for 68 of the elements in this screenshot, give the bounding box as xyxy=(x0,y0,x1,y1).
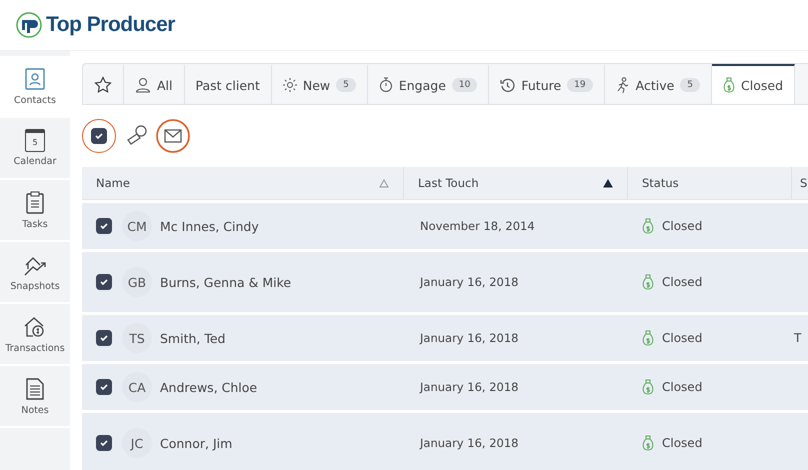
contact-name[interactable]: Mc Innes, Cindy xyxy=(160,218,259,234)
logo-icon xyxy=(16,12,42,38)
document-icon xyxy=(25,376,45,400)
column-header[interactable]: S xyxy=(792,167,808,199)
money-bag-icon xyxy=(723,77,736,93)
row-checkbox[interactable] xyxy=(96,330,112,346)
logo-text: Top Producer xyxy=(46,13,175,37)
count-badge: 5 xyxy=(680,78,700,92)
table-cell: T xyxy=(794,331,802,345)
money-bag-icon xyxy=(642,274,654,290)
column-header[interactable]: Last Touch xyxy=(404,167,628,199)
avatar-initials: CM xyxy=(122,211,152,241)
filter-tab[interactable]: Past client xyxy=(184,64,272,104)
select-all-checkbox[interactable] xyxy=(82,119,116,153)
count-badge: 19 xyxy=(567,78,593,92)
status-text: Closed xyxy=(662,275,702,289)
contact-name[interactable]: Burns, Genna & Mike xyxy=(160,274,292,290)
table-cell: January 16, 2018 xyxy=(420,275,518,289)
row-checkbox[interactable] xyxy=(96,274,112,290)
row-checkbox[interactable] xyxy=(96,218,112,234)
filter-tab[interactable]: Future 19 xyxy=(489,64,605,104)
table-cell: January 16, 2018 xyxy=(420,331,518,345)
table-cell: January 16, 2018 xyxy=(420,380,518,394)
status-text: Closed xyxy=(662,436,702,450)
table-cell: January 16, 2018 xyxy=(420,436,518,450)
email-icon[interactable] xyxy=(156,119,190,153)
clipboard-icon xyxy=(25,190,45,214)
history-icon xyxy=(500,78,516,92)
sun-icon xyxy=(282,78,297,92)
runner-icon xyxy=(616,77,630,93)
avatar-initials: CA xyxy=(122,372,152,402)
money-bag-icon xyxy=(642,435,654,451)
sidebar-item[interactable]: Contacts xyxy=(0,56,70,118)
contact-card-icon xyxy=(24,66,46,90)
row-checkbox[interactable] xyxy=(96,379,112,395)
table-row[interactable]: TS Smith, Ted January 16, 2018 Closed T xyxy=(82,315,808,361)
money-bag-icon xyxy=(642,218,654,234)
status-text: Closed xyxy=(662,380,702,394)
avatar-initials: TS xyxy=(122,323,152,353)
calendar-icon: 5 xyxy=(25,129,45,152)
checkbox-icon[interactable] xyxy=(91,128,107,144)
money-bag-icon xyxy=(642,330,654,346)
money-bag-icon xyxy=(642,379,654,395)
contact-name[interactable]: Andrews, Chloe xyxy=(160,380,258,394)
sort-up-icon[interactable] xyxy=(603,178,613,188)
filter-tab[interactable]: Engage 10 xyxy=(368,64,490,104)
filter-tab[interactable]: Closed xyxy=(712,64,796,104)
contact-name[interactable]: Smith, Ted xyxy=(160,330,226,346)
avatar-initials: JC xyxy=(122,428,152,458)
column-header[interactable]: Name xyxy=(82,167,404,199)
contact-name[interactable]: Connor, Jim xyxy=(160,436,232,450)
table-row[interactable]: CA Andrews, Chloe January 16, 2018 Closed xyxy=(82,364,808,410)
table-row[interactable]: GB Burns, Genna & Mike January 16, 2018 Closed xyxy=(82,252,808,312)
table-row[interactable]: JC Connor, Jim January 16, 2018 Closed xyxy=(82,413,808,470)
avatar-initials: GB xyxy=(122,267,152,297)
filter-tab[interactable]: All xyxy=(124,64,184,104)
status-text: Closed xyxy=(662,331,702,345)
count-badge: 10 xyxy=(452,78,478,92)
row-checkbox[interactable] xyxy=(96,435,112,451)
star-icon xyxy=(94,76,112,94)
stopwatch-icon xyxy=(378,77,393,93)
status-text: Closed xyxy=(662,219,702,233)
count-badge: 5 xyxy=(336,78,356,92)
filter-tab[interactable]: New 5 xyxy=(272,64,368,104)
person-icon xyxy=(135,77,151,93)
table-cell: November 18, 2014 xyxy=(420,219,535,233)
table-row[interactable]: CM Mc Innes, Cindy November 18, 2014 Closed xyxy=(82,203,808,249)
column-header[interactable]: Status xyxy=(628,167,792,199)
